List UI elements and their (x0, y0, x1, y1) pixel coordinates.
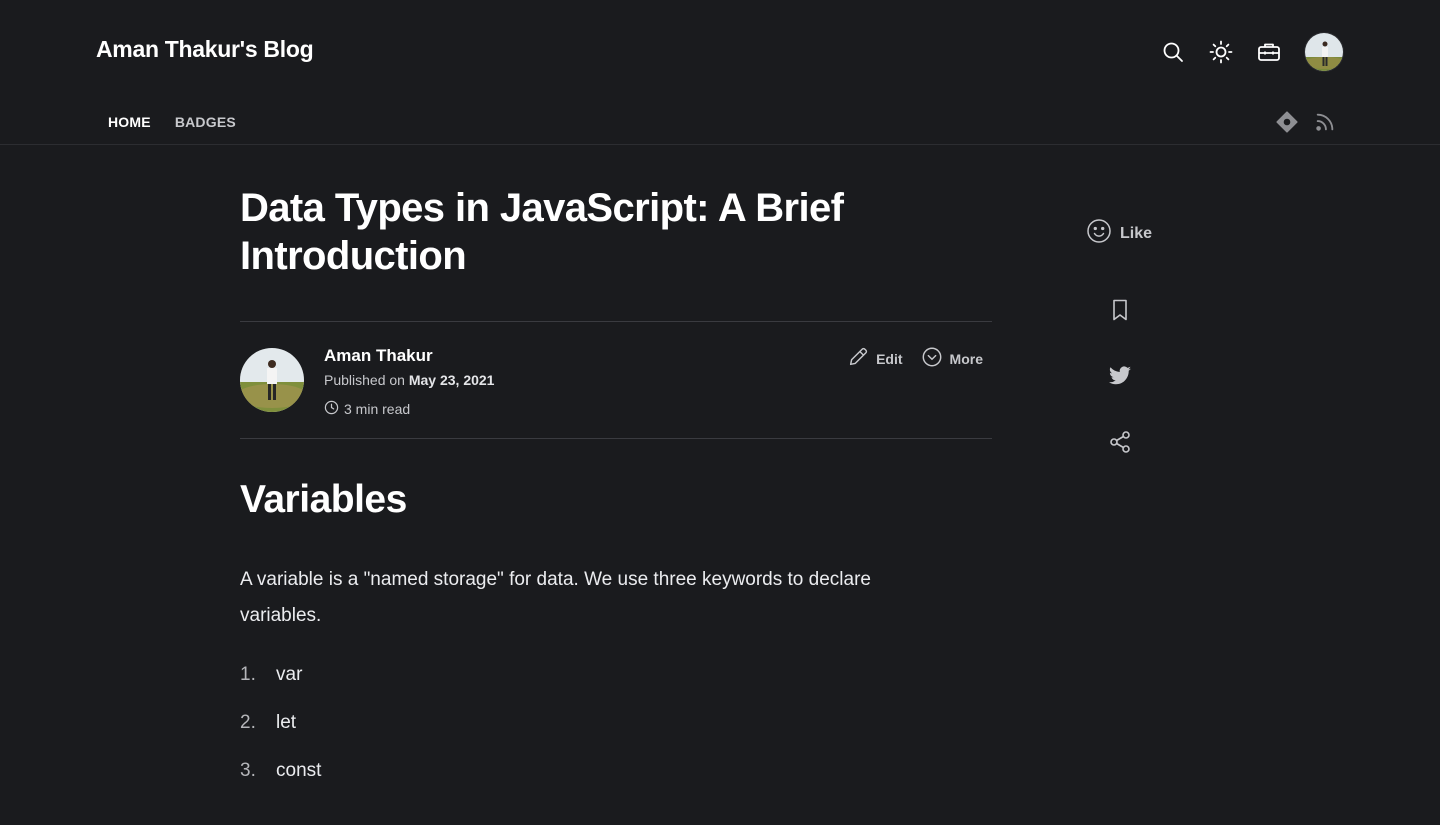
author-avatar[interactable] (240, 348, 304, 412)
nav-icons (1276, 111, 1336, 133)
divider (240, 321, 992, 322)
pencil-icon (847, 346, 869, 371)
rss-icon[interactable] (1314, 111, 1336, 133)
header-divider (0, 144, 1440, 145)
nav-item-badges[interactable]: BADGES (175, 114, 236, 130)
published-date: Published on May 23, 2021 (324, 372, 494, 388)
smiley-icon (1086, 218, 1112, 249)
author-name[interactable]: Aman Thakur (324, 346, 433, 366)
hashnode-icon[interactable] (1276, 111, 1298, 133)
list-item: 2. let (240, 704, 321, 752)
section-heading: Variables (240, 478, 407, 521)
like-button[interactable]: Like (1086, 218, 1152, 249)
blog-page: Aman Thakur's Blog HOME BADGES Data Type… (0, 0, 1440, 825)
read-time: 3 min read (324, 400, 410, 418)
article-actions: Edit More (847, 346, 983, 371)
toolbox-icon[interactable] (1256, 39, 1282, 65)
ordered-list: 1. var 2. let 3. const (240, 656, 321, 800)
list-text: let (276, 712, 297, 733)
chevron-down-circle-icon (921, 346, 943, 371)
avatar[interactable] (1304, 32, 1344, 72)
header-actions (1160, 32, 1344, 72)
list-number: 3. (240, 760, 256, 781)
paragraph: A variable is a "named storage" for data… (240, 569, 871, 626)
twitter-icon[interactable] (1107, 363, 1133, 389)
clock-icon (324, 400, 339, 418)
share-icon[interactable] (1107, 429, 1133, 455)
list-text: const (276, 760, 322, 781)
edit-label: Edit (876, 350, 903, 367)
list-item: 1. var (240, 656, 321, 704)
bookmark-icon[interactable] (1107, 297, 1133, 323)
more-label: More (949, 350, 983, 367)
blog-title[interactable]: Aman Thakur's Blog (96, 36, 314, 63)
search-icon[interactable] (1160, 39, 1186, 65)
like-label: Like (1120, 224, 1153, 242)
divider (240, 438, 992, 439)
more-button[interactable]: More (921, 346, 983, 371)
edit-button[interactable]: Edit (847, 346, 903, 371)
nav-item-home[interactable]: HOME (108, 114, 151, 130)
published-prefix: Published on (324, 372, 405, 388)
list-item: 3. const (240, 752, 321, 800)
published-date-value: May 23, 2021 (408, 372, 495, 388)
main-nav: HOME BADGES (108, 114, 236, 130)
list-text: var (276, 664, 303, 685)
sun-icon[interactable] (1208, 39, 1234, 65)
list-number: 1. (240, 664, 256, 685)
article-title: Data Types in JavaScript: A Brief Introd… (240, 186, 844, 278)
list-number: 2. (240, 712, 256, 733)
read-time-label: 3 min read (344, 401, 411, 417)
